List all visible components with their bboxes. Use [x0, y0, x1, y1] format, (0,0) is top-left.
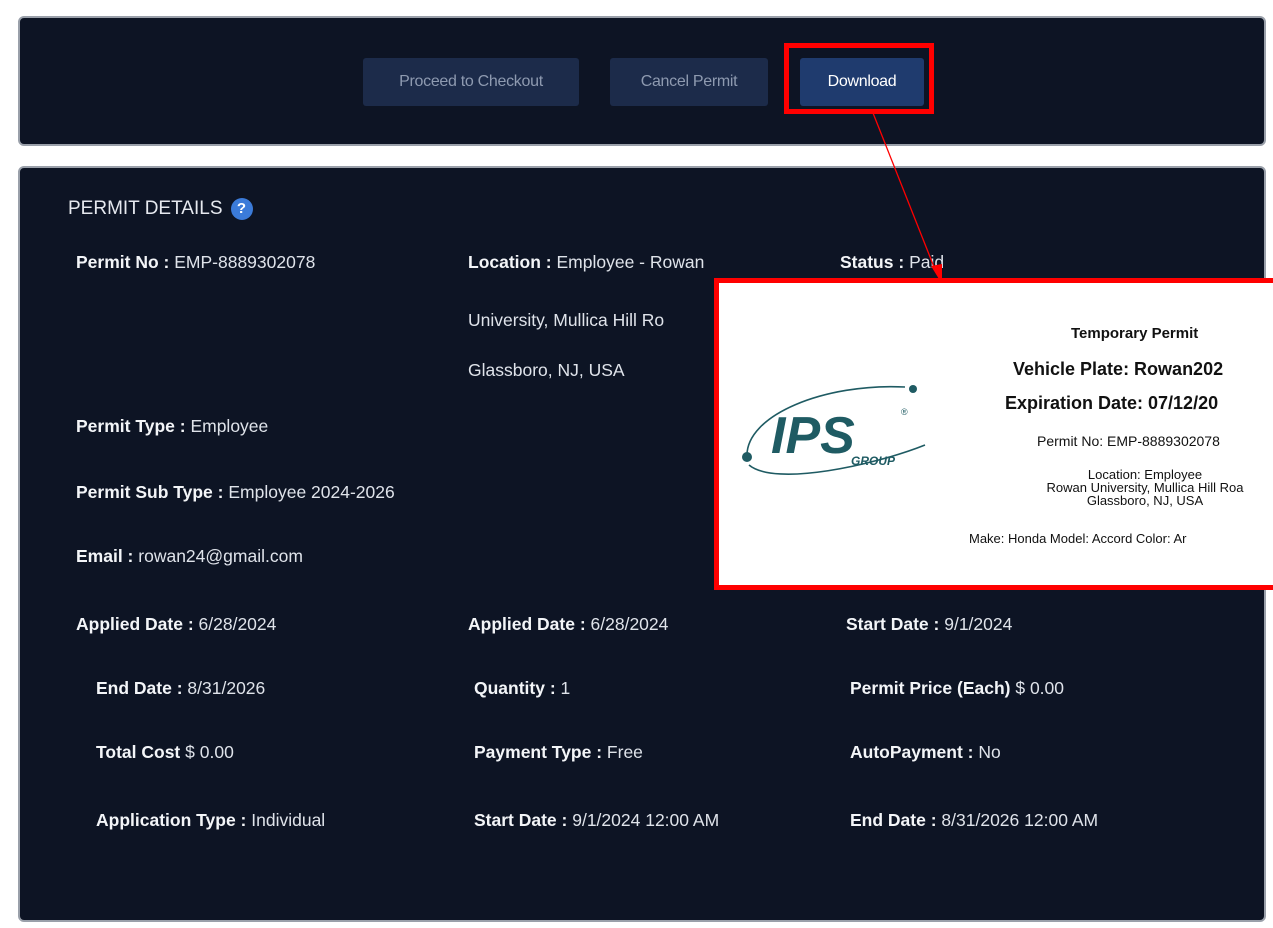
status-field: Status : Paid — [840, 252, 944, 273]
popup-vehicle-details: Make: Honda Model: Accord Color: Ar — [969, 531, 1187, 546]
logo-registered-mark: ® — [901, 407, 908, 417]
popup-location-line3: Glassboro, NJ, USA — [1086, 493, 1204, 508]
permit-type-value: Employee — [190, 416, 269, 436]
permit-type-label: Permit Type : — [76, 416, 186, 436]
total-cost-value: $ 0.00 — [185, 742, 234, 762]
permit-price-label: Permit Price (Each) — [850, 678, 1011, 698]
payment-type-field: Payment Type : Free — [474, 742, 643, 763]
application-type-label: Application Type : — [96, 810, 247, 830]
permit-price-field: Permit Price (Each) $ 0.00 — [850, 678, 1064, 699]
application-type-field: Application Type : Individual — [96, 810, 325, 831]
start-datetime-value: 9/1/2024 12:00 AM — [572, 810, 720, 830]
quantity-field: Quantity : 1 — [474, 678, 570, 699]
end-datetime-field: End Date : 8/31/2026 12:00 AM — [850, 810, 1098, 831]
popup-location: Location: Employee Rowan University, Mul… — [995, 468, 1273, 507]
download-button[interactable]: Download — [800, 58, 924, 106]
applied-date-label: Applied Date : — [76, 614, 194, 634]
end-date-value: 8/31/2026 — [187, 678, 266, 698]
start-date-label: Start Date : — [846, 614, 940, 634]
location-value-line2: University, Mullica Hill Ro — [468, 310, 665, 330]
email-label: Email : — [76, 546, 134, 566]
payment-type-label: Payment Type : — [474, 742, 603, 762]
popup-vehicle-plate: Vehicle Plate: Rowan202 — [1013, 359, 1224, 379]
section-title: PERMIT DETAILS ? — [68, 198, 253, 220]
permit-no-value: EMP-8889302078 — [174, 252, 316, 272]
end-datetime-label: End Date : — [850, 810, 937, 830]
end-date-field: End Date : 8/31/2026 — [96, 678, 265, 699]
section-title-text: PERMIT DETAILS — [68, 198, 223, 219]
location-field: Location : Employee - Rowan — [468, 252, 704, 273]
location-value-line1: Employee - Rowan — [556, 252, 705, 272]
applied-date-value-2: 6/28/2024 — [590, 614, 669, 634]
start-date-field: Start Date : 9/1/2024 — [846, 614, 1012, 635]
total-cost-label: Total Cost — [96, 742, 181, 762]
proceed-to-checkout-button[interactable]: Proceed to Checkout — [363, 58, 579, 106]
action-panel: Proceed to Checkout Cancel Permit Downlo… — [18, 16, 1266, 146]
permit-price-value: $ 0.00 — [1015, 678, 1065, 698]
start-datetime-label: Start Date : — [474, 810, 568, 830]
applied-date-field-2: Applied Date : 6/28/2024 — [468, 614, 668, 635]
permit-type-field: Permit Type : Employee — [76, 416, 268, 437]
status-label: Status : — [840, 252, 905, 272]
autopayment-field: AutoPayment : No — [850, 742, 1001, 763]
status-value: Paid — [909, 252, 945, 272]
applied-date-label-2: Applied Date : — [468, 614, 586, 634]
application-type-value: Individual — [251, 810, 326, 830]
location-value-line3: Glassboro, NJ, USA — [468, 360, 625, 380]
permit-no-field: Permit No : EMP-8889302078 — [76, 252, 315, 273]
applied-date-field: Applied Date : 6/28/2024 — [76, 614, 276, 635]
start-date-value: 9/1/2024 — [944, 614, 1013, 634]
quantity-value: 1 — [560, 678, 571, 698]
temporary-permit-preview: IPS GROUP ® Temporary Permit Vehicle Pla… — [714, 278, 1273, 590]
autopayment-label: AutoPayment : — [850, 742, 974, 762]
end-date-label: End Date : — [96, 678, 183, 698]
email-field: Email : rowan24@gmail.com — [76, 546, 303, 567]
permit-sub-type-label: Permit Sub Type : — [76, 482, 224, 502]
location-label: Location : — [468, 252, 552, 272]
email-value: rowan24@gmail.com — [138, 546, 303, 566]
logo-subtext: GROUP — [851, 454, 896, 468]
logo-text: IPS — [771, 407, 855, 465]
autopayment-value: No — [978, 742, 1001, 762]
applied-date-value: 6/28/2024 — [198, 614, 277, 634]
quantity-label: Quantity : — [474, 678, 556, 698]
permit-sub-type-field: Permit Sub Type : Employee 2024-2026 — [76, 482, 395, 503]
popup-title: Temporary Permit — [1071, 325, 1199, 342]
end-datetime-value: 8/31/2026 12:00 AM — [941, 810, 1099, 830]
permit-no-label: Permit No : — [76, 252, 170, 272]
total-cost-field: Total Cost $ 0.00 — [96, 742, 234, 763]
popup-expiration-date: Expiration Date: 07/12/20 — [1005, 393, 1219, 413]
cancel-permit-button[interactable]: Cancel Permit — [610, 58, 768, 106]
start-datetime-field: Start Date : 9/1/2024 12:00 AM — [474, 810, 719, 831]
payment-type-value: Free — [606, 742, 643, 762]
popup-permit-no: Permit No: EMP-8889302078 — [1037, 433, 1220, 449]
ips-group-logo-icon: IPS GROUP ® — [742, 385, 926, 475]
help-icon[interactable]: ? — [230, 198, 253, 220]
permit-sub-type-value: Employee 2024-2026 — [228, 482, 395, 502]
